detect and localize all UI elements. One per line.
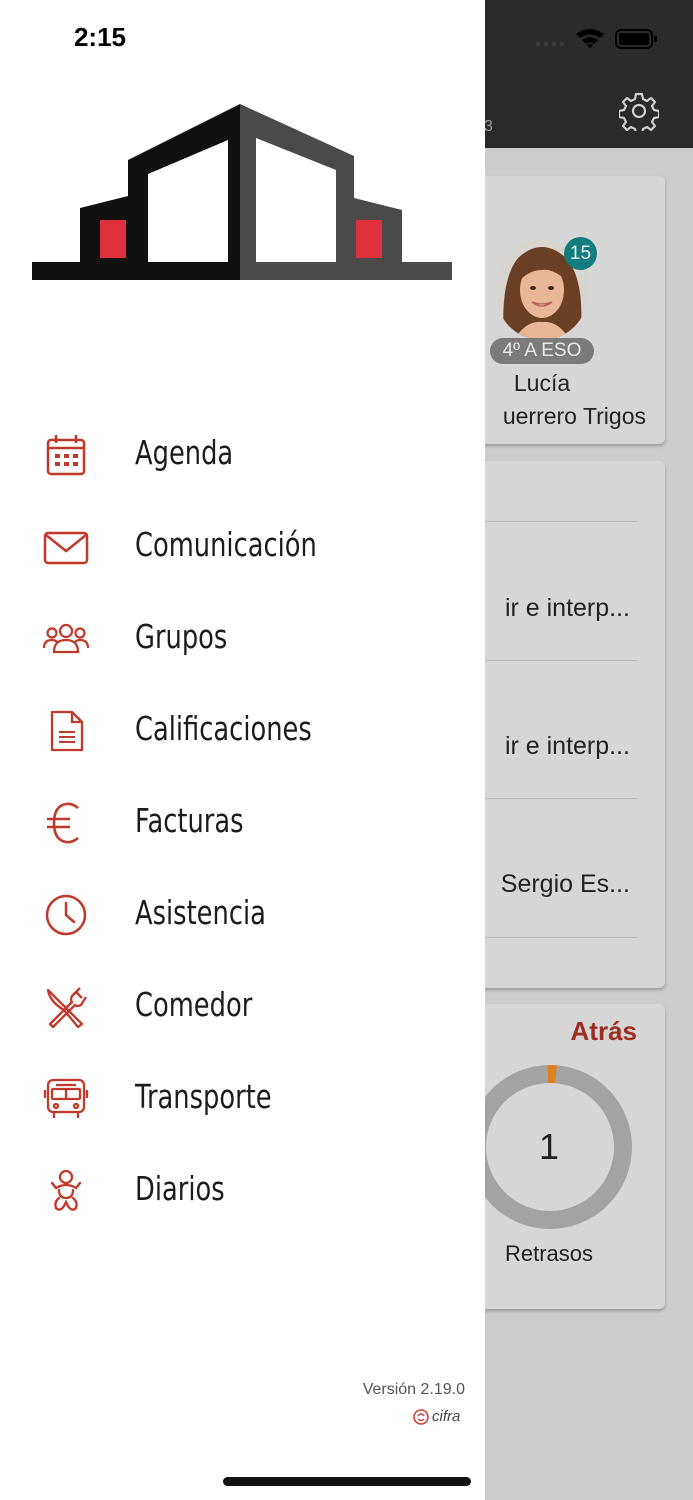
menu-item-label: Transporte: [135, 1077, 272, 1116]
back-link[interactable]: Atrás: [520, 1016, 637, 1047]
menu-item-calificaciones[interactable]: Calificaciones: [0, 690, 485, 770]
grade-badge: 4º A ESO: [490, 338, 594, 364]
menu-item-transporte[interactable]: Transporte: [0, 1058, 485, 1138]
list-divider: [476, 937, 638, 938]
menu-item-comedor[interactable]: Comedor: [0, 966, 485, 1046]
euro-icon: [47, 802, 79, 844]
delays-count: 1: [538, 1126, 560, 1167]
list-divider: [476, 660, 638, 661]
bus-icon: [43, 1078, 89, 1118]
menu-item-label: Comunicación: [135, 525, 317, 564]
school-logo: [32, 104, 452, 280]
header-subtitle-fragment: 3: [484, 118, 493, 135]
menu-item-agenda[interactable]: Agenda: [0, 414, 485, 494]
list-divider: [476, 798, 638, 799]
utensils-icon: [46, 987, 87, 1029]
menu-item-diarios[interactable]: Diarios: [0, 1150, 485, 1230]
side-drawer: 2:15 Agenda Comunicación Grupos Califica…: [0, 0, 485, 1500]
student-first-name: Lucía: [513, 370, 571, 396]
list-divider: [476, 521, 638, 522]
menu-item-label: Comedor: [135, 985, 253, 1024]
baby-icon: [50, 1169, 82, 1211]
activity-list-card: [476, 461, 665, 988]
status-icons: [535, 29, 657, 49]
menu-item-label: Agenda: [135, 433, 234, 472]
users-icon: [42, 623, 90, 654]
calendar-icon: [46, 435, 86, 476]
menu-item-comunicacion[interactable]: Comunicación: [0, 506, 485, 586]
clock-icon: [45, 894, 87, 936]
menu-item-label: Diarios: [135, 1169, 225, 1208]
app-version: Versión 2.19.0: [362, 1381, 465, 1398]
mail-icon: [43, 531, 89, 565]
notification-badge: 15: [564, 237, 597, 270]
document-icon: [50, 710, 84, 752]
delays-label: Retrasos: [504, 1241, 594, 1266]
menu-item-label: Grupos: [135, 617, 228, 656]
settings-gear-icon[interactable]: [619, 91, 659, 131]
menu-item-label: Calificaciones: [135, 709, 312, 748]
brand-name: cifra: [432, 1408, 461, 1425]
menu-item-label: Asistencia: [135, 893, 266, 932]
menu-item-asistencia[interactable]: Asistencia: [0, 874, 485, 954]
menu-item-facturas[interactable]: Facturas: [0, 782, 485, 862]
status-time: 2:15: [73, 22, 127, 52]
menu-item-label: Facturas: [135, 801, 244, 840]
home-indicator[interactable]: [223, 1477, 471, 1486]
menu-item-grupos[interactable]: Grupos: [0, 598, 485, 678]
